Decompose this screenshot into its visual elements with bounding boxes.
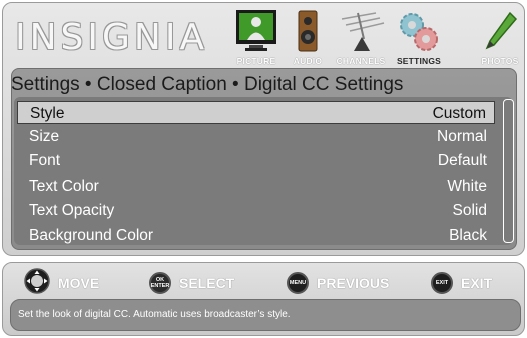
list-scrollbar[interactable]: [503, 99, 514, 243]
tab-settings-label: SETTINGS: [396, 56, 442, 66]
tab-audio[interactable]: AUDIO: [286, 7, 330, 66]
tab-channels[interactable]: CHANNELS: [332, 7, 390, 66]
setting-row-style[interactable]: Style Custom: [17, 101, 495, 124]
description-text: Set the look of digital CC. Automatic us…: [18, 309, 291, 320]
ok-enter-icon: OK ENTER: [149, 272, 171, 294]
breadcrumb: Settings • Closed Caption • Digital CC S…: [11, 74, 404, 95]
setting-value: White: [447, 178, 487, 195]
menu-button-icon: MENU: [287, 272, 309, 294]
tv-picture-icon: [235, 9, 277, 58]
tab-audio-label: AUDIO: [293, 56, 323, 66]
tab-channels-label: CHANNELS: [336, 56, 386, 66]
setting-label: Text Opacity: [29, 202, 115, 219]
setting-value: Normal: [437, 128, 487, 145]
hint-move-label: MOVE: [58, 275, 100, 291]
pencil-icon: [482, 9, 518, 58]
hint-select: OK ENTER SELECT: [149, 271, 234, 295]
setting-row-text-opacity[interactable]: Text Opacity Solid: [17, 199, 495, 222]
setting-value: Custom: [432, 105, 486, 122]
setting-value: Default: [437, 152, 487, 169]
exit-button-icon: EXIT: [431, 272, 453, 294]
tab-picture-label: PICTURE: [236, 56, 276, 66]
setting-row-size[interactable]: Size Normal: [17, 125, 495, 148]
setting-label: Background Color: [29, 227, 154, 244]
speaker-icon: [297, 9, 319, 58]
setting-value: Solid: [452, 202, 487, 219]
setting-label: Text Color: [29, 178, 99, 195]
tv-menu-screen: INSIGNIA PICTURE AUDIO CHANNELS SETTINGS…: [0, 0, 527, 338]
tab-picture[interactable]: PICTURE: [231, 7, 281, 66]
dpad-icon: [24, 267, 50, 299]
hint-previous: MENU PREVIOUS: [287, 271, 389, 295]
hint-exit: EXIT EXIT: [431, 271, 492, 295]
tab-photos-label: PHOTOS: [481, 56, 519, 66]
setting-value: Black: [449, 227, 487, 244]
hint-previous-label: PREVIOUS: [317, 275, 390, 291]
gears-icon: [398, 9, 440, 58]
tab-photos[interactable]: PHOTOS: [475, 7, 525, 66]
antenna-icon: [336, 9, 386, 58]
tab-settings[interactable]: SETTINGS: [393, 7, 445, 66]
brand-logo: INSIGNIA: [15, 17, 209, 58]
setting-row-font[interactable]: Font Default: [17, 149, 495, 172]
hint-move: MOVE: [24, 267, 100, 295]
setting-label: Size: [29, 128, 60, 145]
setting-label: Style: [30, 105, 65, 122]
top-bar: INSIGNIA PICTURE AUDIO CHANNELS SETTINGS…: [3, 3, 524, 69]
hint-select-label: SELECT: [179, 275, 235, 291]
hint-exit-label: EXIT: [461, 275, 493, 291]
setting-row-background-color[interactable]: Background Color Black: [17, 224, 495, 247]
setting-row-text-color[interactable]: Text Color White: [17, 175, 495, 198]
setting-label: Font: [29, 152, 61, 169]
